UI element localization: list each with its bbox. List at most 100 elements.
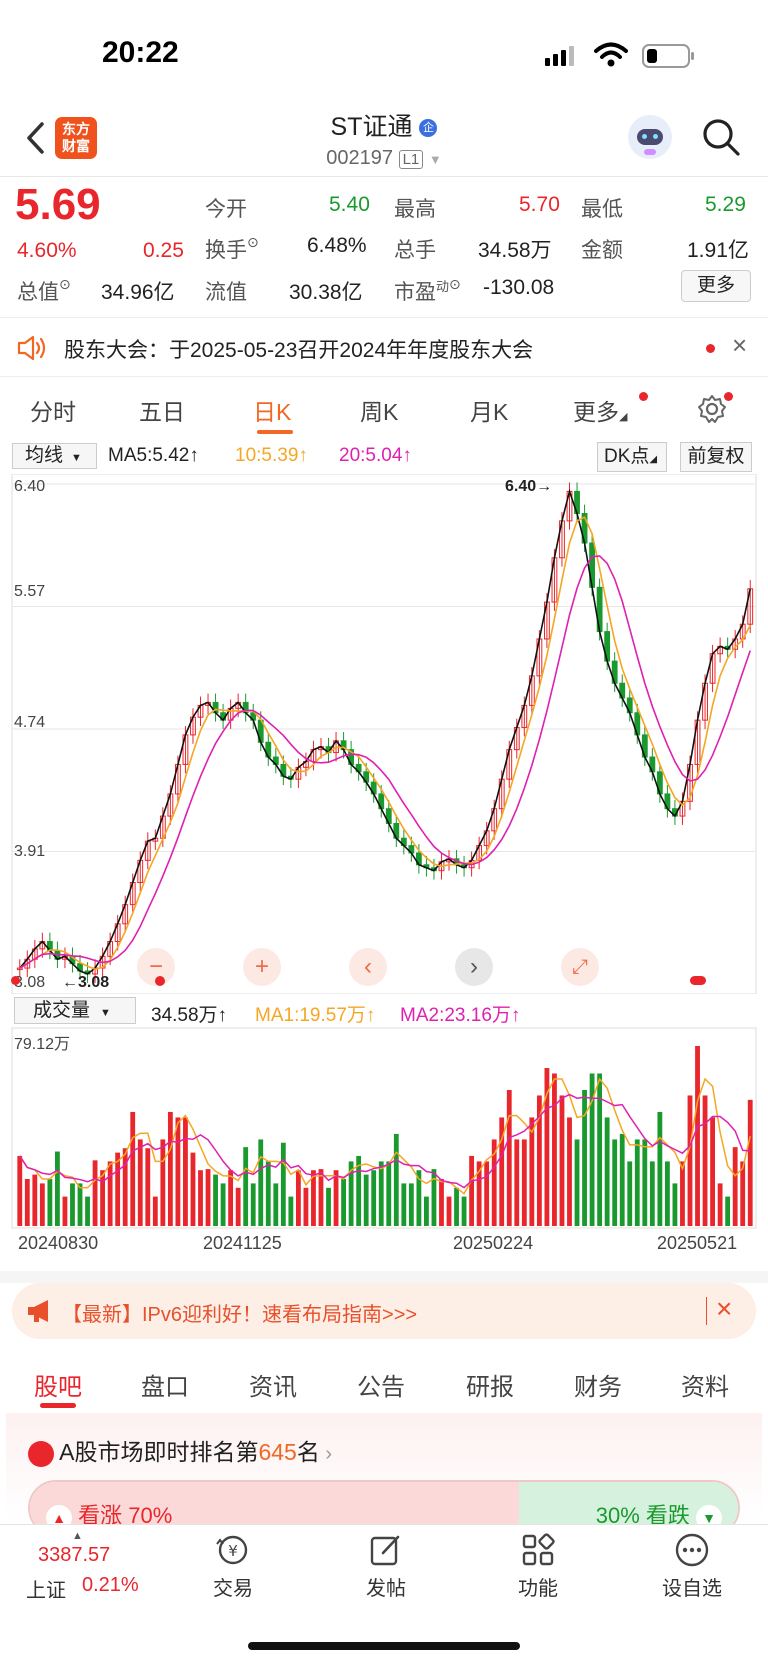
pe-label[interactable]: 市盈动⊙ [394, 276, 461, 306]
tab-pankou[interactable]: 盘口 [141, 1367, 189, 1402]
volume-bar [386, 1161, 392, 1226]
zoom-in-button[interactable]: + [243, 948, 281, 986]
volume-bar [687, 1095, 693, 1226]
event-marker[interactable] [155, 976, 165, 986]
volume-bar [24, 1179, 30, 1226]
dk-point-button[interactable]: DK点◢ [597, 442, 667, 472]
volume-bar [228, 1170, 234, 1226]
status-time: 20:22 [102, 36, 179, 69]
volume-bar [258, 1139, 264, 1226]
tab-daily-k[interactable]: 日K [253, 393, 291, 427]
volume-bar [220, 1183, 226, 1226]
chart-bars-icon [28, 1440, 54, 1467]
adjust-button[interactable]: 前复权 [680, 442, 752, 472]
amount-label: 金额 [581, 239, 623, 262]
tab-more[interactable]: 更多◢ [573, 393, 627, 427]
tab-weekly-k[interactable]: 周K [360, 393, 398, 427]
more-dots-icon[interactable] [674, 1532, 710, 1568]
tab-news[interactable]: 资讯 [249, 1367, 297, 1402]
promo-banner[interactable]: 【最新】IPv6迎利好！速看布局指南>>> × [12, 1283, 756, 1339]
scroll-right-button[interactable]: › [455, 948, 493, 986]
volume-bar [393, 1133, 399, 1226]
volume-bar [439, 1179, 444, 1226]
active-tab-indicator [40, 1403, 76, 1408]
function-grid-icon[interactable] [520, 1532, 556, 1568]
volume-bar [627, 1161, 633, 1226]
close-icon[interactable]: × [732, 330, 747, 361]
robot-assistant-icon[interactable] [628, 115, 672, 159]
volume-bar [612, 1139, 618, 1226]
index-value: 3387.57 [38, 1544, 111, 1566]
nav-trade[interactable]: 交易 [188, 1572, 278, 1601]
volume-bar [115, 1152, 121, 1226]
volume-bar [273, 1183, 279, 1226]
tab-intraday[interactable]: 分时 [30, 393, 76, 427]
nav-post[interactable]: 发帖 [341, 1572, 431, 1601]
market-cap-value: 34.96亿 [101, 281, 175, 304]
fullscreen-button[interactable]: ⤢ [561, 948, 599, 986]
volume-bar [424, 1196, 429, 1226]
tab-monthly-k[interactable]: 月K [470, 393, 508, 427]
y-tick-label: 5.57 [14, 583, 46, 600]
volume-bar [597, 1073, 603, 1226]
volume-bar [17, 1155, 23, 1226]
cellular-signal-icon [545, 44, 579, 66]
tab-five-day[interactable]: 五日 [139, 393, 185, 427]
volume-bar [333, 1170, 339, 1226]
volume-bar [107, 1161, 113, 1226]
volume-bar [183, 1117, 188, 1226]
market-cap-label[interactable]: 总值⊙ [17, 276, 71, 306]
change-amount: 0.25 [143, 239, 184, 262]
tab-finance[interactable]: 财务 [574, 1367, 622, 1402]
volume-ma1: MA1:19.57万↑ [255, 1005, 376, 1026]
volume-bar [582, 1089, 587, 1226]
event-marker[interactable] [11, 976, 20, 985]
trade-icon[interactable]: ¥ [213, 1532, 253, 1568]
volume-bar [47, 1179, 53, 1226]
current-price: 5.69 [15, 180, 101, 229]
volume-bar [280, 1142, 286, 1226]
tab-research[interactable]: 研报 [466, 1367, 514, 1402]
nav-function[interactable]: 功能 [493, 1572, 583, 1601]
settings-gear-icon[interactable] [697, 394, 727, 424]
nav-add-watchlist[interactable]: 设自选 [647, 1572, 737, 1601]
index-name: 上证 [26, 1580, 66, 1602]
y-tick-label: 6.40 [14, 478, 46, 495]
dropdown-caret-icon: ▼ [100, 1007, 111, 1019]
volume-bar [152, 1196, 158, 1226]
index-ticker[interactable]: ▲ 3387.57 上证 0.21% [22, 1530, 152, 1610]
volume-bar [235, 1187, 241, 1226]
turnover-label[interactable]: 换手⊙ [205, 234, 259, 264]
tab-guba[interactable]: 股吧 [34, 1367, 82, 1402]
level-badge: L1 [398, 150, 424, 169]
volume-indicator-select[interactable]: 成交量 ▼ [14, 997, 136, 1024]
volume-chart[interactable] [0, 1026, 768, 1236]
post-icon[interactable] [368, 1532, 404, 1568]
more-button[interactable]: 更多 [681, 270, 751, 302]
search-icon[interactable] [700, 116, 742, 158]
low-label: 最低 [581, 198, 623, 221]
kline-chart[interactable] [0, 474, 768, 994]
volume-ma1-line [19, 1077, 751, 1195]
volume-bar [740, 1161, 746, 1226]
volume-bar [717, 1183, 723, 1226]
settings-badge [724, 392, 733, 401]
high-value: 5.70 [519, 193, 560, 216]
home-indicator [248, 1642, 520, 1650]
volume-bar [680, 1161, 685, 1226]
volume-bar [175, 1117, 181, 1226]
tab-profile[interactable]: 资料 [681, 1367, 729, 1402]
event-marker[interactable] [690, 976, 706, 985]
volume-bar [100, 1170, 106, 1226]
date-label: 20240830 [18, 1233, 99, 1253]
section-gap [0, 1271, 768, 1283]
scroll-left-button[interactable]: ‹ [349, 948, 387, 986]
change-percent: 4.60% [17, 239, 77, 262]
volume-bar [725, 1196, 731, 1226]
notice-bar[interactable]: 股东大会：于2025-05-23召开2024年年度股东大会 × [0, 317, 768, 377]
ranking-row[interactable]: A股市场即时排名第645名 › [28, 1433, 332, 1467]
indicator-select[interactable]: 均线 ▼ [12, 443, 97, 469]
close-icon[interactable]: × [716, 1293, 732, 1325]
tab-announcements[interactable]: 公告 [357, 1367, 405, 1402]
volume-bar [702, 1095, 708, 1226]
